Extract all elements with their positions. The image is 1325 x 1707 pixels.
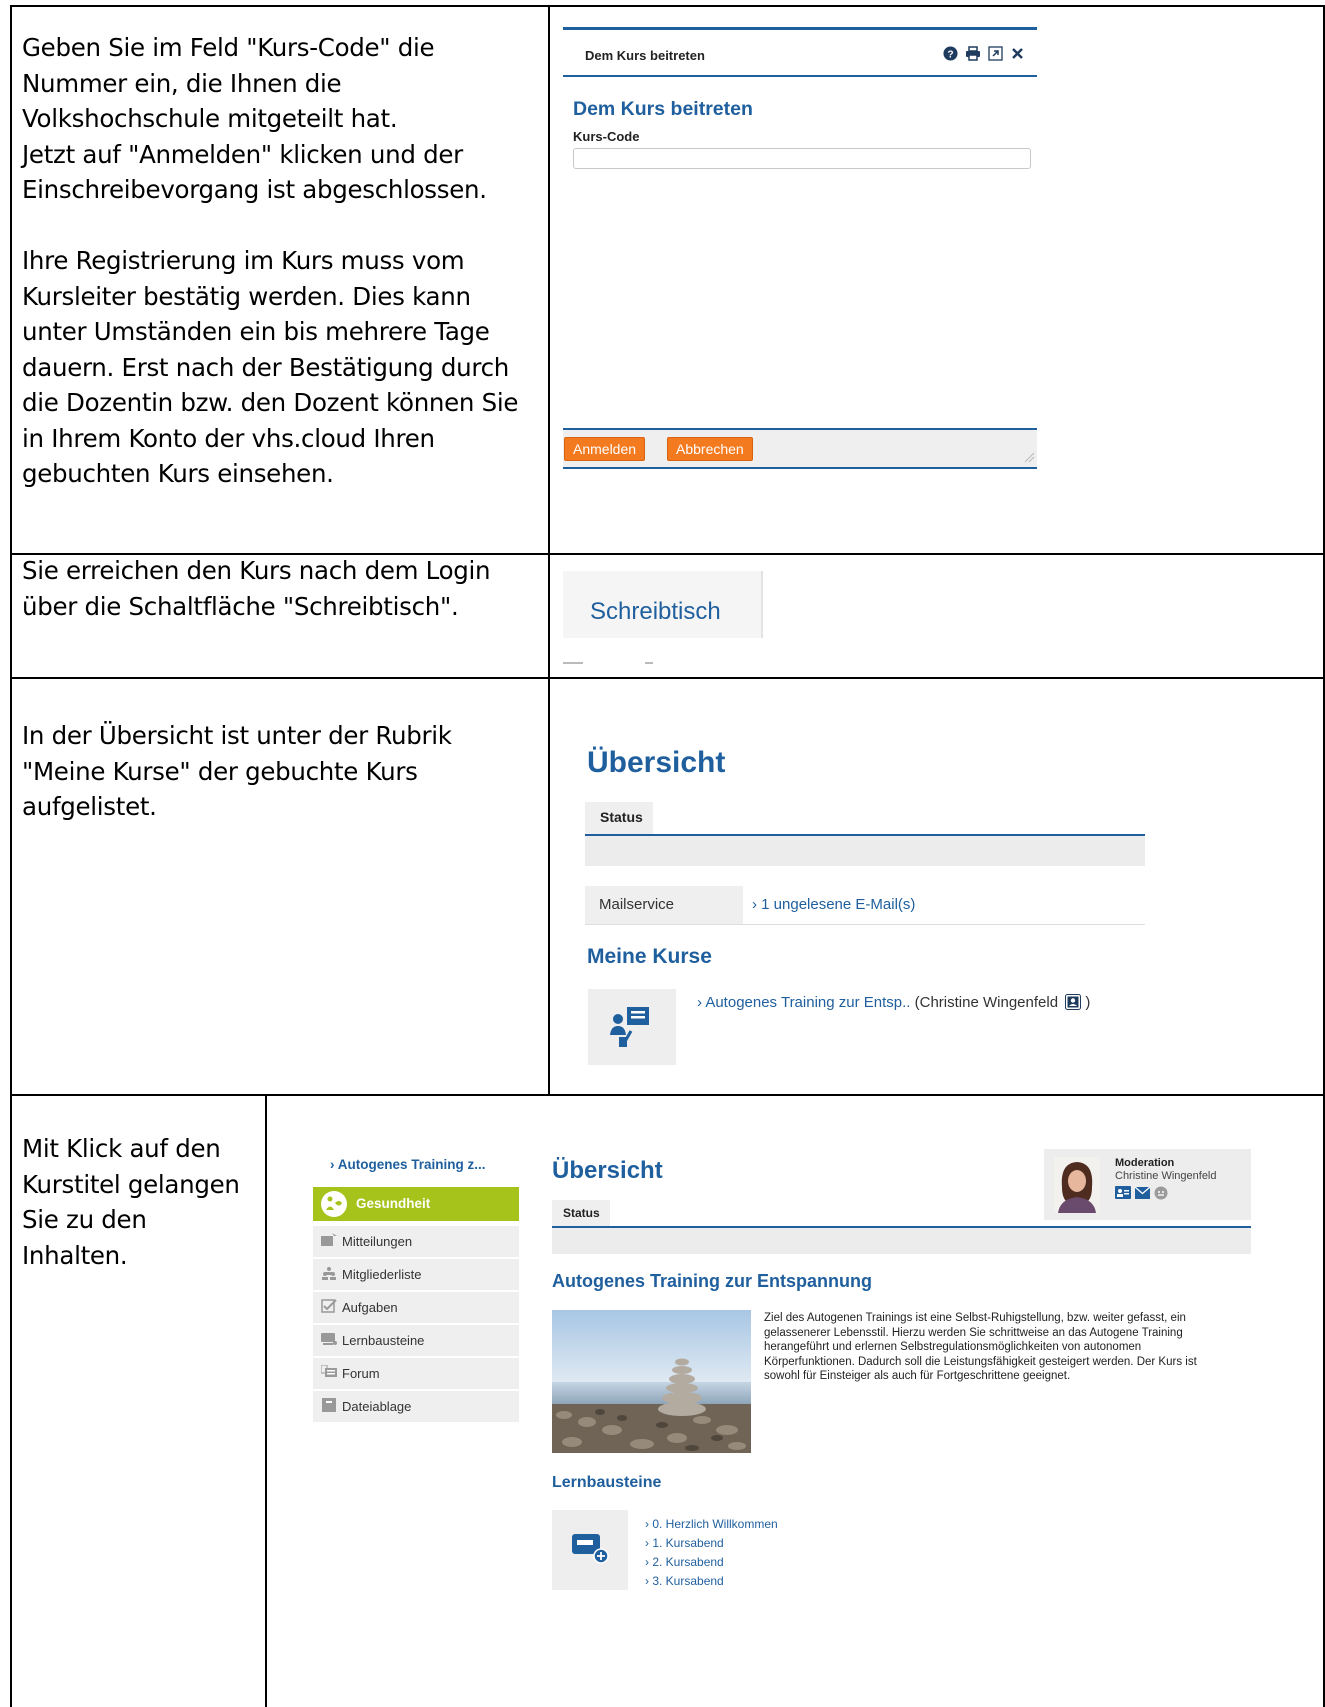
print-icon[interactable] xyxy=(965,46,981,61)
mailservice-label: Mailservice xyxy=(599,896,675,913)
anmelden-button[interactable]: Anmelden xyxy=(564,437,646,461)
modules-thumbnail[interactable] xyxy=(552,1510,628,1590)
dialog-window-title: Dem Kurs beitreten xyxy=(585,48,705,63)
module-link[interactable]: › 3. Kursabend xyxy=(645,1572,778,1591)
meine-kurse-heading: Meine Kurse xyxy=(587,945,712,968)
svg-text:?: ? xyxy=(947,49,953,60)
mailservice-label-cell: Mailservice xyxy=(585,886,743,924)
module-icon xyxy=(572,1534,609,1564)
resize-handle-icon[interactable] xyxy=(1024,452,1035,463)
close-icon[interactable] xyxy=(1011,47,1024,60)
sidebar-item-mitgliederliste[interactable]: Mitgliederliste xyxy=(313,1259,519,1292)
tasks-icon xyxy=(321,1299,337,1313)
dialog-toolbar: ? xyxy=(943,45,1037,63)
schreibtisch-button[interactable]: Schreibtisch xyxy=(590,598,721,626)
moderation-card: Moderation Christine Wingenfeld xyxy=(1044,1149,1251,1220)
module-link[interactable]: › 1. Kursabend xyxy=(645,1534,778,1553)
help-icon[interactable]: ? xyxy=(943,46,958,61)
course-entry: › Autogenes Training zur Entsp.. (Christ… xyxy=(697,994,1090,1011)
category-bar: Gesundheit xyxy=(313,1187,519,1221)
sidebar-item-label: Lernbausteine xyxy=(342,1333,425,1348)
moderator-name: Christine Wingenfeld xyxy=(1115,1170,1217,1182)
sidebar-item-label: Forum xyxy=(342,1366,380,1381)
moderation-label: Moderation xyxy=(1115,1157,1175,1169)
kurs-code-input[interactable] xyxy=(573,148,1031,169)
row1-instruction: Geben Sie im Feld "Kurs-Code" die Nummer… xyxy=(22,33,519,488)
row2-instruction: Sie erreichen den Kurs nach dem Login üb… xyxy=(22,556,491,621)
announcement-icon xyxy=(321,1233,337,1246)
dialog-heading: Dem Kurs beitreten xyxy=(573,98,753,120)
unread-mail-link[interactable]: › 1 ungelesene E-Mail(s) xyxy=(752,896,915,913)
course-description: Ziel des Autogenen Trainings ist eine Se… xyxy=(764,1312,1197,1382)
dialog-top-border xyxy=(563,27,1037,30)
row-divider-2 xyxy=(10,677,1325,679)
course-status-tab-label: Status xyxy=(563,1206,600,1220)
moderator-profile-icon[interactable] xyxy=(1115,1186,1131,1199)
course-overview-title: Übersicht xyxy=(552,1157,663,1184)
popout-icon[interactable] xyxy=(988,46,1003,61)
table-border-left xyxy=(10,5,12,1707)
kurs-code-label: Kurs-Code xyxy=(573,129,640,144)
modules-icon xyxy=(321,1333,337,1345)
files-icon xyxy=(322,1398,336,1412)
table-border-top xyxy=(10,5,1325,7)
course-title: Autogenes Training zur Entspannung xyxy=(552,1271,873,1291)
status-tab[interactable]: Status xyxy=(585,802,653,834)
cropped-ui-fragment xyxy=(563,662,583,664)
column-divider-top xyxy=(548,5,550,1096)
course-breadcrumb[interactable]: › Autogenes Training z... xyxy=(330,1157,486,1172)
module-link[interactable]: › 2. Kursabend xyxy=(645,1553,778,1572)
dialog-bottom-border xyxy=(563,467,1037,469)
moderator-avatar[interactable] xyxy=(1054,1157,1100,1213)
module-link[interactable]: › 0. Herzlich Willkommen xyxy=(645,1515,778,1534)
column-divider-bottom xyxy=(265,1094,267,1707)
sidebar-item-mitteilungen[interactable]: Mitteilungen xyxy=(313,1226,519,1259)
course-link[interactable]: › Autogenes Training zur Entsp.. xyxy=(697,994,910,1011)
row-divider-3 xyxy=(10,1094,1325,1096)
course-status-tab[interactable]: Status xyxy=(552,1200,610,1226)
course-status-bar xyxy=(552,1228,1251,1254)
cropped-ui-fragment-2 xyxy=(645,662,653,664)
sidebar-item-dateiablage[interactable]: Dateiablage xyxy=(313,1391,519,1424)
members-icon xyxy=(322,1267,336,1280)
status-bar xyxy=(585,836,1145,866)
teacher-profile-icon[interactable] xyxy=(1065,994,1082,1010)
sidebar-item-label: Mitgliederliste xyxy=(342,1267,422,1282)
sidebar-item-forum[interactable]: Forum xyxy=(313,1358,519,1391)
chat-status-icon[interactable] xyxy=(1154,1186,1168,1200)
row3-instruction: In der Übersicht ist unter der Rubrik "M… xyxy=(22,721,452,821)
row4-instruction: Mit Klick auf den Kurstitel gelangen Sie… xyxy=(22,1134,240,1270)
course-thumbnail[interactable] xyxy=(588,989,676,1065)
mailservice-row: Mailservice › 1 ungelesene E-Mail(s) xyxy=(585,886,1145,925)
course-teacher-end: ) xyxy=(1085,994,1091,1011)
status-tab-label: Status xyxy=(600,809,643,825)
sidebar-item-label: Mitteilungen xyxy=(342,1234,413,1249)
sidebar-item-label: Aufgaben xyxy=(342,1300,398,1315)
course-teacher: (Christine Wingenfeld xyxy=(914,994,1059,1011)
course-teacher-icon xyxy=(610,1007,649,1047)
mail-icon[interactable] xyxy=(1135,1187,1150,1199)
abbrechen-button[interactable]: Abbrechen xyxy=(667,437,753,461)
forum-icon xyxy=(321,1365,337,1377)
modules-list: › 0. Herzlich Willkommen › 1. Kursabend … xyxy=(645,1515,778,1591)
health-category-icon xyxy=(321,1191,347,1217)
sidebar-item-label: Dateiablage xyxy=(342,1399,412,1414)
overview-title: Übersicht xyxy=(587,746,726,779)
sidebar-item-aufgaben[interactable]: Aufgaben xyxy=(313,1292,519,1325)
lernbausteine-heading: Lernbausteine xyxy=(552,1474,662,1491)
category-label: Gesundheit xyxy=(356,1196,431,1211)
dialog-header-border xyxy=(563,75,1037,77)
sidebar-item-lernbausteine[interactable]: Lernbausteine xyxy=(313,1325,519,1358)
course-image xyxy=(552,1310,751,1453)
